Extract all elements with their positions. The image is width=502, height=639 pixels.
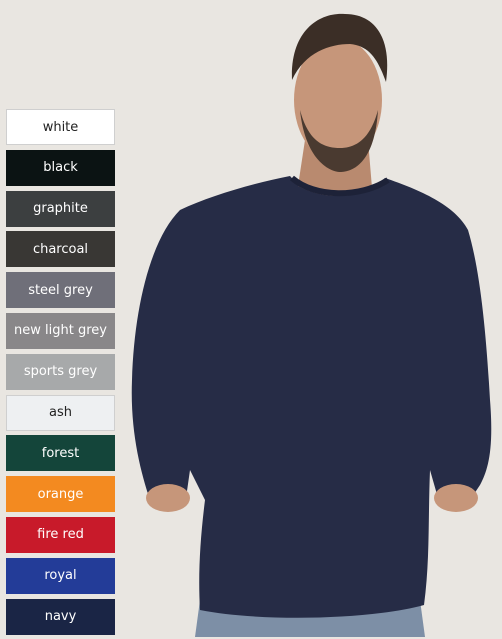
color-swatch-forest[interactable]: forest xyxy=(6,435,115,472)
color-swatch-charcoal[interactable]: charcoal xyxy=(6,231,115,268)
color-swatch-list: white black graphite charcoal steel grey new … xyxy=(6,109,115,639)
color-swatch-fire-red[interactable]: fire red xyxy=(6,516,115,553)
color-swatch-black[interactable]: black xyxy=(6,149,115,186)
color-swatch-new-light-grey[interactable]: new light grey xyxy=(6,312,115,349)
right-hand xyxy=(434,484,478,512)
color-swatch-navy[interactable]: navy xyxy=(6,598,115,635)
color-swatch-steel-grey[interactable]: steel grey xyxy=(6,272,115,309)
color-swatch-orange[interactable]: orange xyxy=(6,476,115,513)
left-hand xyxy=(146,484,190,512)
color-swatch-white[interactable]: white xyxy=(6,109,115,145)
color-swatch-ash[interactable]: ash xyxy=(6,394,115,431)
color-swatch-royal[interactable]: royal xyxy=(6,557,115,594)
color-swatch-graphite[interactable]: graphite xyxy=(6,190,115,227)
color-swatch-sports-grey[interactable]: sports grey xyxy=(6,353,115,390)
